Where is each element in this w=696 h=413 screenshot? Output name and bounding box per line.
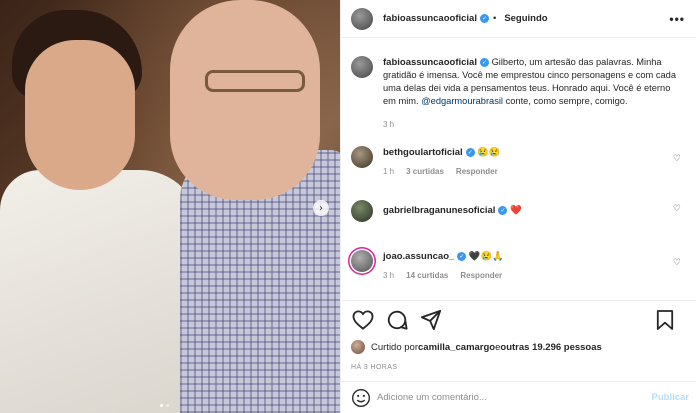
comment-like-heart-icon[interactable]: ♡	[673, 154, 681, 164]
more-options-icon[interactable]: •••	[669, 12, 685, 26]
caption-mention-link[interactable]: @edgarmourabrasil	[421, 96, 503, 106]
photo-person-right-head	[170, 0, 320, 200]
likes-prefix: Curtido por	[371, 341, 418, 353]
avatar[interactable]	[351, 250, 373, 272]
header-username[interactable]: fabioassuncaooficial	[383, 13, 477, 24]
next-photo-button[interactable]: ›	[313, 200, 329, 216]
verified-badge-icon: ✓	[479, 58, 489, 68]
following-button[interactable]: Seguindo	[504, 13, 547, 24]
comment-text: ❤️	[507, 205, 522, 215]
post-time-ago[interactable]: HÁ 3 HORAS	[351, 364, 397, 371]
comment-like-heart-icon[interactable]: ♡	[673, 258, 681, 268]
bookmark-icon[interactable]	[653, 308, 677, 332]
add-comment-bar: Publicar	[341, 381, 696, 413]
comment-text: 😢😢	[474, 147, 501, 157]
carousel-dot-active	[160, 404, 163, 407]
caption-body-end: conte, como sempre, comigo.	[503, 96, 628, 106]
comment-reply-button[interactable]: Responder	[460, 271, 502, 280]
carousel-dots	[160, 404, 169, 407]
caption-text: fabioassuncaooficial ✓ Gilberto, um artes…	[383, 56, 683, 108]
comment-meta: 1 h 3 curtidas Responder	[383, 167, 687, 176]
comment-username[interactable]: gabrielbraganunesoficial	[383, 205, 495, 216]
caption-timestamp[interactable]: 3 h	[383, 120, 394, 129]
comment-body: gabrielbraganunesoficial ✓ ❤️	[383, 200, 687, 222]
comment-bubble-icon[interactable]	[385, 308, 409, 332]
carousel-dot	[166, 404, 169, 407]
avatar[interactable]	[351, 340, 365, 354]
verified-badge-icon: ✓	[465, 148, 475, 158]
avatar[interactable]	[351, 7, 373, 30]
photo-person-left-shirt	[0, 170, 200, 413]
publish-button[interactable]: Publicar	[652, 392, 690, 403]
comment-username[interactable]: bethgoulartoficial	[383, 147, 463, 158]
comment-input[interactable]	[377, 392, 627, 403]
comment-line: gabrielbraganunesoficial ✓ ❤️	[383, 204, 687, 217]
comment-username[interactable]: joao.assuncao_	[383, 251, 454, 262]
photo-person-right-glasses	[205, 70, 305, 92]
avatar[interactable]	[351, 146, 373, 168]
caption-username[interactable]: fabioassuncaooficial	[383, 57, 477, 68]
comment-item: bethgoulartoficial ✓ 😢😢 1 h 3 curtidas Re…	[351, 146, 687, 176]
comment-likes-count[interactable]: 3 curtidas	[406, 167, 444, 176]
instagram-post: › fabioassuncaooficial ✓ • Seguindo ••• …	[0, 0, 696, 413]
comment-likes-count[interactable]: 14 curtidas	[406, 271, 448, 280]
comment-meta: 3 h 14 curtidas Responder	[383, 271, 687, 280]
comment-time[interactable]: 3 h	[383, 271, 394, 280]
comment-body: bethgoulartoficial ✓ 😢😢 1 h 3 curtidas Re…	[383, 146, 687, 176]
like-heart-icon[interactable]	[351, 308, 375, 332]
verified-badge-icon: ✓	[479, 14, 489, 23]
likes-summary: Curtido por camilla_camargo e outras 19.…	[351, 340, 602, 354]
comment-body: joao.assuncao_ ✓ 🖤😢🙏 3 h 14 curtidas Resp…	[383, 250, 687, 280]
comment-item: joao.assuncao_ ✓ 🖤😢🙏 3 h 14 curtidas Resp…	[351, 250, 687, 280]
comment-time[interactable]: 1 h	[383, 167, 394, 176]
avatar[interactable]	[351, 200, 373, 222]
comment-line: joao.assuncao_ ✓ 🖤😢🙏	[383, 250, 687, 263]
likes-others-link[interactable]: outras 19.296 pessoas	[500, 342, 601, 353]
comments-section: fabioassuncaooficial ✓ Gilberto, um artes…	[341, 38, 696, 300]
comment-item: gabrielbraganunesoficial ✓ ❤️ ♡	[351, 200, 687, 222]
post-header: fabioassuncaooficial ✓ • Seguindo •••	[341, 0, 696, 38]
likes-user-link[interactable]: camilla_camargo	[418, 342, 495, 353]
photo-person-left-face	[25, 40, 135, 190]
emoji-icon[interactable]	[351, 388, 371, 408]
comment-like-heart-icon[interactable]: ♡	[673, 204, 681, 214]
share-paper-plane-icon[interactable]	[419, 308, 443, 332]
post-sidebar: fabioassuncaooficial ✓ • Seguindo ••• fa…	[340, 0, 696, 413]
comment-text: 🖤😢🙏	[466, 251, 504, 261]
separator-dot: •	[492, 13, 497, 24]
post-actions	[341, 300, 696, 338]
comment-line: bethgoulartoficial ✓ 😢😢	[383, 146, 687, 159]
verified-badge-icon: ✓	[457, 252, 467, 262]
caption: fabioassuncaooficial ✓ Gilberto, um artes…	[351, 56, 683, 108]
post-photo[interactable]: ›	[0, 0, 340, 413]
comment-reply-button[interactable]: Responder	[456, 167, 498, 176]
avatar[interactable]	[351, 56, 373, 78]
